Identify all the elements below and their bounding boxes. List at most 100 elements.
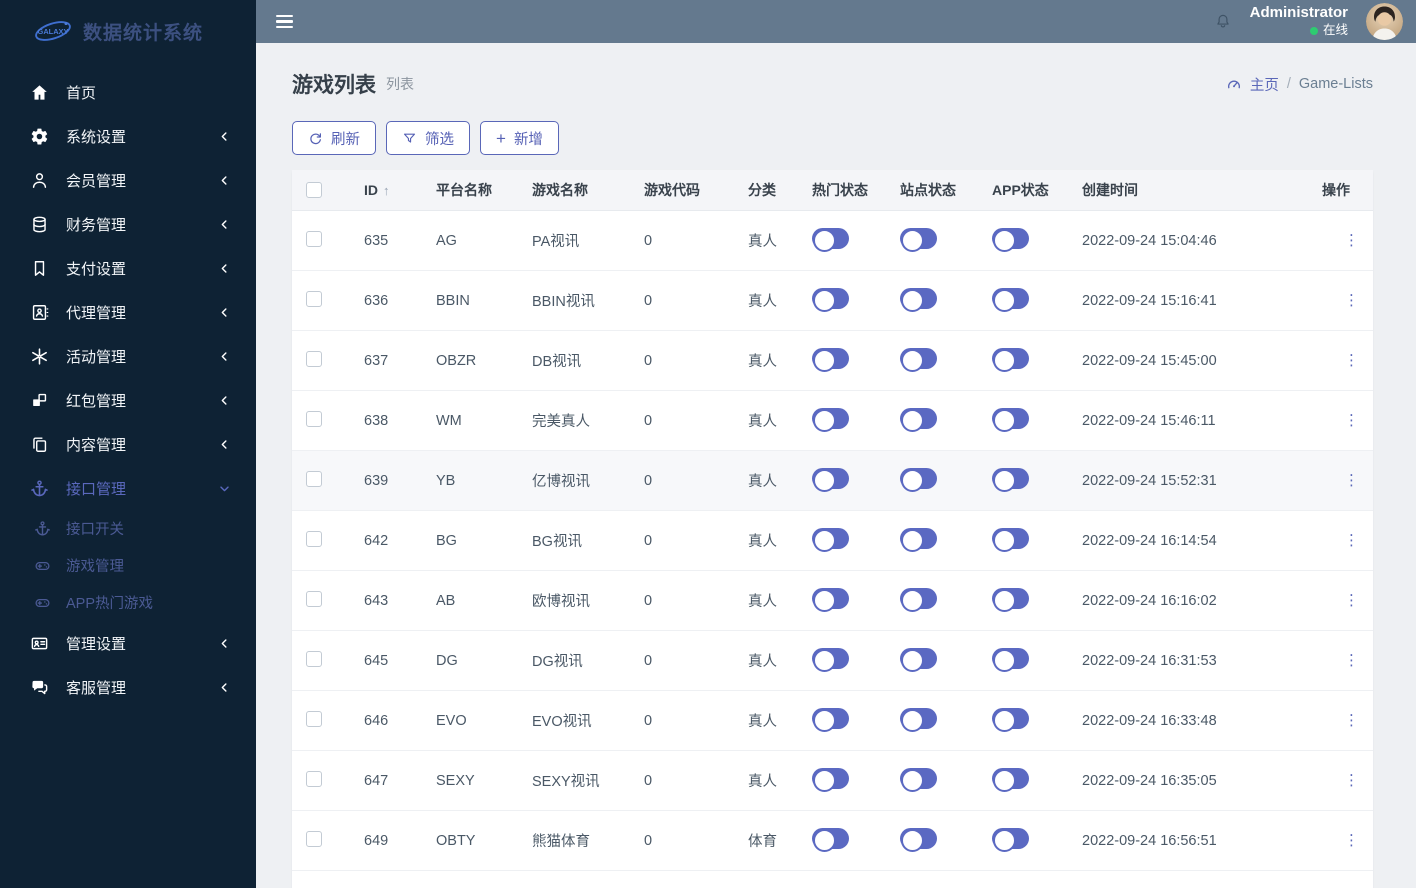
row-checkbox[interactable]: [306, 290, 322, 307]
actions-cell: ⋮: [1314, 233, 1373, 249]
row-select-cell: [292, 350, 356, 371]
sidebar-item-asterisk-6[interactable]: 活动管理: [0, 334, 256, 378]
hot-status-toggle[interactable]: [812, 768, 849, 792]
row-checkbox[interactable]: [306, 470, 322, 487]
hot-status-toggle[interactable]: [812, 648, 849, 672]
cell-category: 真人: [748, 714, 777, 730]
row-actions-menu-button[interactable]: ⋮: [1338, 708, 1365, 733]
hot-status-toggle[interactable]: [812, 408, 849, 432]
notifications-bell-icon[interactable]: [1214, 12, 1232, 31]
cell-platform: DG: [436, 652, 458, 669]
hot-status-toggle[interactable]: [812, 288, 849, 312]
user-name: Administrator: [1249, 4, 1348, 22]
filter-button[interactable]: 筛选: [386, 121, 470, 155]
app-status-toggle[interactable]: [992, 408, 1029, 432]
site-status-toggle[interactable]: [900, 408, 937, 432]
hot-status-cell: [804, 708, 892, 733]
app-status-toggle[interactable]: [992, 708, 1029, 732]
sidebar-item-database-3[interactable]: 财务管理: [0, 202, 256, 246]
row-actions-menu-button[interactable]: ⋮: [1338, 828, 1365, 853]
col-header-id[interactable]: ID ↑: [356, 182, 428, 198]
sidebar-item-id-card-10[interactable]: 管理设置: [0, 621, 256, 665]
select-all-checkbox[interactable]: [306, 182, 322, 198]
sidebar-item-anchor-9[interactable]: 接口管理: [0, 466, 256, 510]
site-status-toggle[interactable]: [900, 228, 937, 252]
table-row: 638 WM 完美真人 0 真人 2022-09-24 15:46:11 ⋮: [292, 391, 1373, 451]
row-checkbox[interactable]: [306, 710, 322, 727]
user-avatar[interactable]: [1366, 3, 1403, 40]
site-status-toggle[interactable]: [900, 588, 937, 612]
site-status-toggle[interactable]: [900, 648, 937, 672]
refresh-button[interactable]: 刷新: [292, 121, 376, 155]
hot-status-toggle[interactable]: [812, 708, 849, 732]
row-actions-menu-button[interactable]: ⋮: [1338, 648, 1365, 673]
site-status-toggle[interactable]: [900, 768, 937, 792]
row-checkbox[interactable]: [306, 230, 322, 247]
sidebar-subitem-2[interactable]: APP热门游戏: [0, 584, 256, 621]
hot-status-cell: [804, 588, 892, 613]
app-status-toggle[interactable]: [992, 288, 1029, 312]
breadcrumb-home-link[interactable]: 主页: [1250, 74, 1279, 95]
app-status-toggle[interactable]: [992, 468, 1029, 492]
hot-status-cell: [804, 828, 892, 853]
app-status-toggle[interactable]: [992, 528, 1029, 552]
row-checkbox[interactable]: [306, 830, 322, 847]
sidebar-item-cubes-7[interactable]: 红包管理: [0, 378, 256, 422]
row-actions-menu-button[interactable]: ⋮: [1338, 528, 1365, 553]
site-status-toggle[interactable]: [900, 348, 937, 372]
cell-created: 2022-09-24 16:35:05: [1082, 772, 1217, 789]
select-all-cell: [292, 182, 356, 198]
home-icon: [30, 83, 49, 102]
app-status-cell: [984, 768, 1074, 793]
cell-platform: AB: [436, 592, 456, 609]
sidebar-item-gears-1[interactable]: 系统设置: [0, 114, 256, 158]
hot-status-toggle[interactable]: [812, 828, 849, 852]
row-actions-menu-button[interactable]: ⋮: [1338, 348, 1365, 373]
app-status-toggle[interactable]: [992, 588, 1029, 612]
row-checkbox[interactable]: [306, 410, 322, 427]
add-button[interactable]: + 新增: [480, 121, 559, 155]
col-header-hot: 热门状态: [812, 182, 868, 198]
row-actions-menu-button[interactable]: ⋮: [1338, 228, 1365, 253]
app-status-toggle[interactable]: [992, 228, 1029, 252]
row-checkbox[interactable]: [306, 650, 322, 667]
sidebar-item-bookmark-4[interactable]: 支付设置: [0, 246, 256, 290]
cell-created: 2022-09-24 16:31:53: [1082, 652, 1217, 669]
sidebar-toggle-icon[interactable]: [276, 14, 293, 29]
site-status-toggle[interactable]: [900, 828, 937, 852]
cell-created: 2022-09-24 16:16:02: [1082, 592, 1217, 609]
sidebar-item-home-0[interactable]: 首页: [0, 70, 256, 114]
row-checkbox[interactable]: [306, 530, 322, 547]
row-actions-menu-button[interactable]: ⋮: [1338, 468, 1365, 493]
app-status-toggle[interactable]: [992, 648, 1029, 672]
row-checkbox[interactable]: [306, 770, 322, 787]
row-actions-menu-button[interactable]: ⋮: [1338, 588, 1365, 613]
hot-status-toggle[interactable]: [812, 348, 849, 372]
sidebar-item-address-book-5[interactable]: 代理管理: [0, 290, 256, 334]
hot-status-toggle[interactable]: [812, 528, 849, 552]
site-status-toggle[interactable]: [900, 288, 937, 312]
sidebar-subitem-0[interactable]: 接口开关: [0, 510, 256, 547]
cell-created: 2022-09-24 16:33:48: [1082, 712, 1217, 729]
hot-status-cell: [804, 288, 892, 313]
app-status-toggle[interactable]: [992, 828, 1029, 852]
row-actions-menu-button[interactable]: ⋮: [1338, 768, 1365, 793]
sidebar-subitem-1[interactable]: 游戏管理: [0, 547, 256, 584]
anchor-icon: [34, 520, 51, 537]
site-status-toggle[interactable]: [900, 708, 937, 732]
site-status-toggle[interactable]: [900, 468, 937, 492]
row-checkbox[interactable]: [306, 350, 322, 367]
hot-status-toggle[interactable]: [812, 468, 849, 492]
hot-status-toggle[interactable]: [812, 588, 849, 612]
row-actions-menu-button[interactable]: ⋮: [1338, 408, 1365, 433]
sidebar-item-comments-11[interactable]: 客服管理: [0, 665, 256, 709]
row-actions-menu-button[interactable]: ⋮: [1338, 288, 1365, 313]
sidebar-item-user-2[interactable]: 会员管理: [0, 158, 256, 202]
sidebar-item-copy-8[interactable]: 内容管理: [0, 422, 256, 466]
chevron-left-icon: [215, 174, 234, 187]
hot-status-toggle[interactable]: [812, 228, 849, 252]
app-status-toggle[interactable]: [992, 768, 1029, 792]
app-status-toggle[interactable]: [992, 348, 1029, 372]
row-checkbox[interactable]: [306, 590, 322, 607]
site-status-toggle[interactable]: [900, 528, 937, 552]
